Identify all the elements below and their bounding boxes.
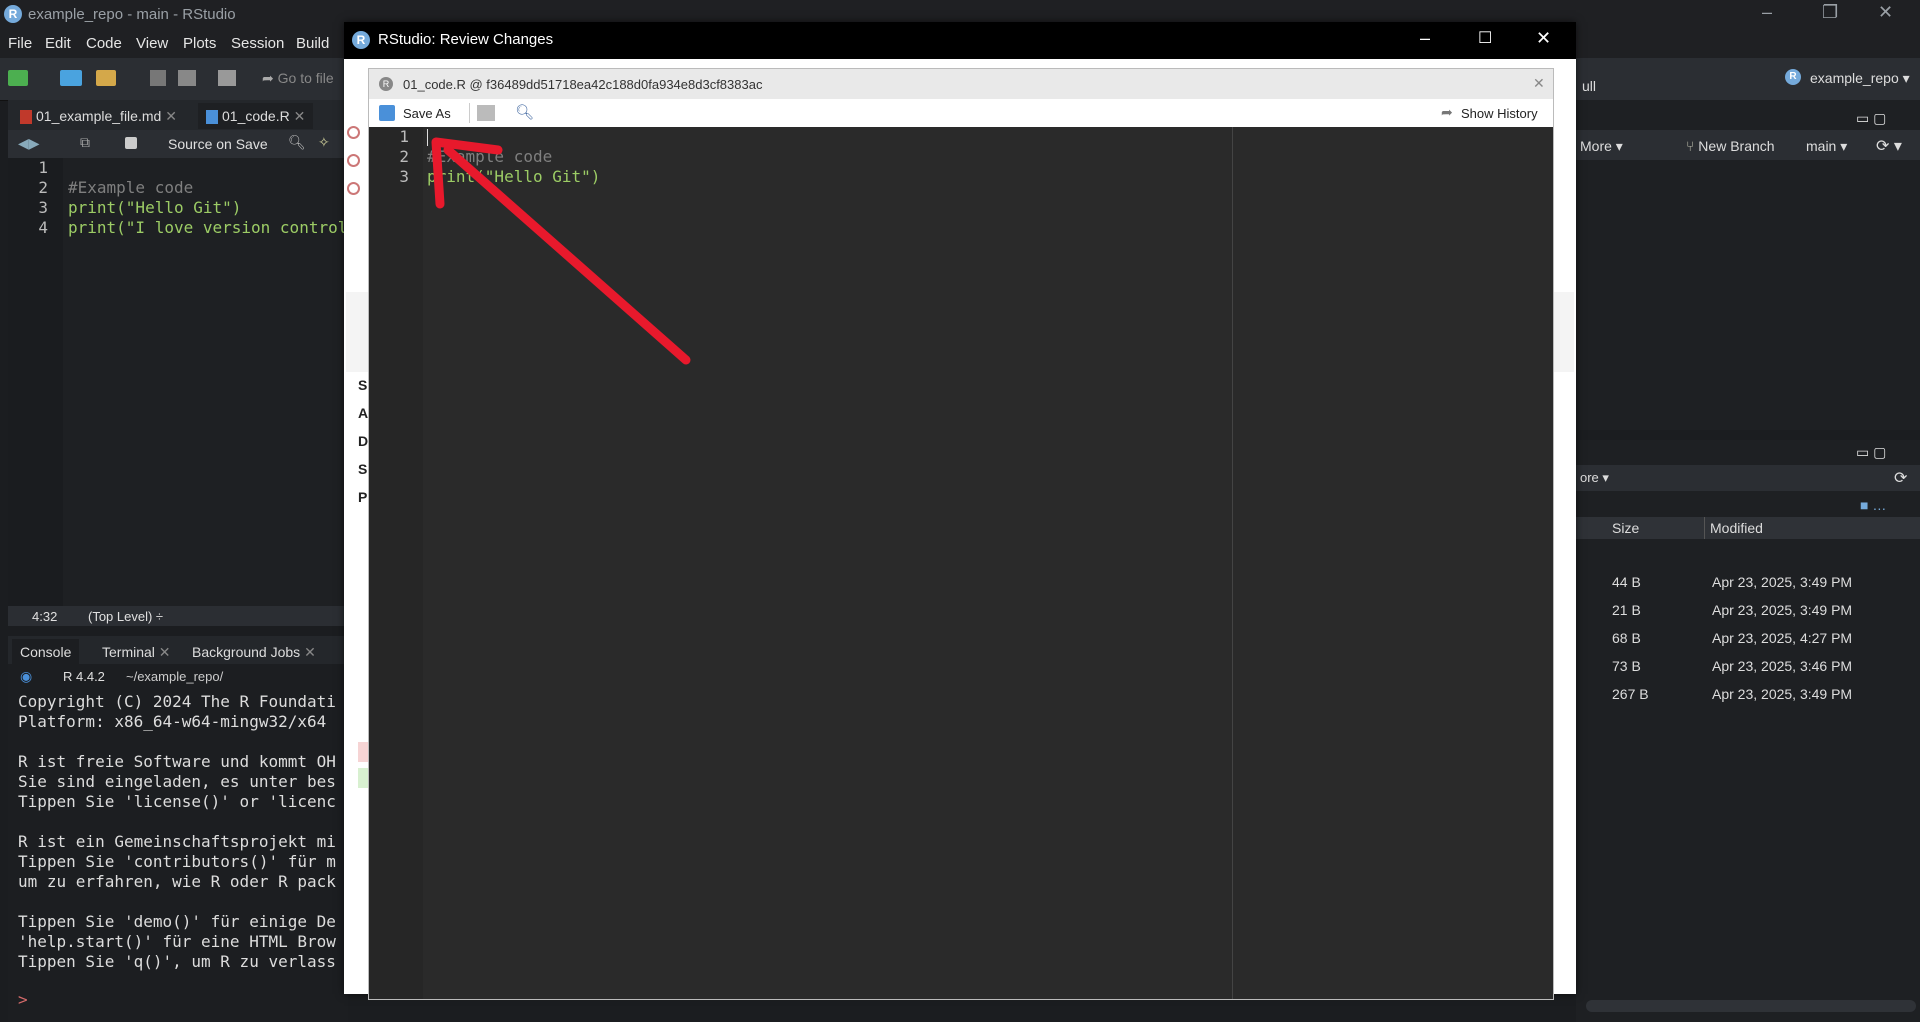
red-arrow-annotation <box>431 137 691 365</box>
